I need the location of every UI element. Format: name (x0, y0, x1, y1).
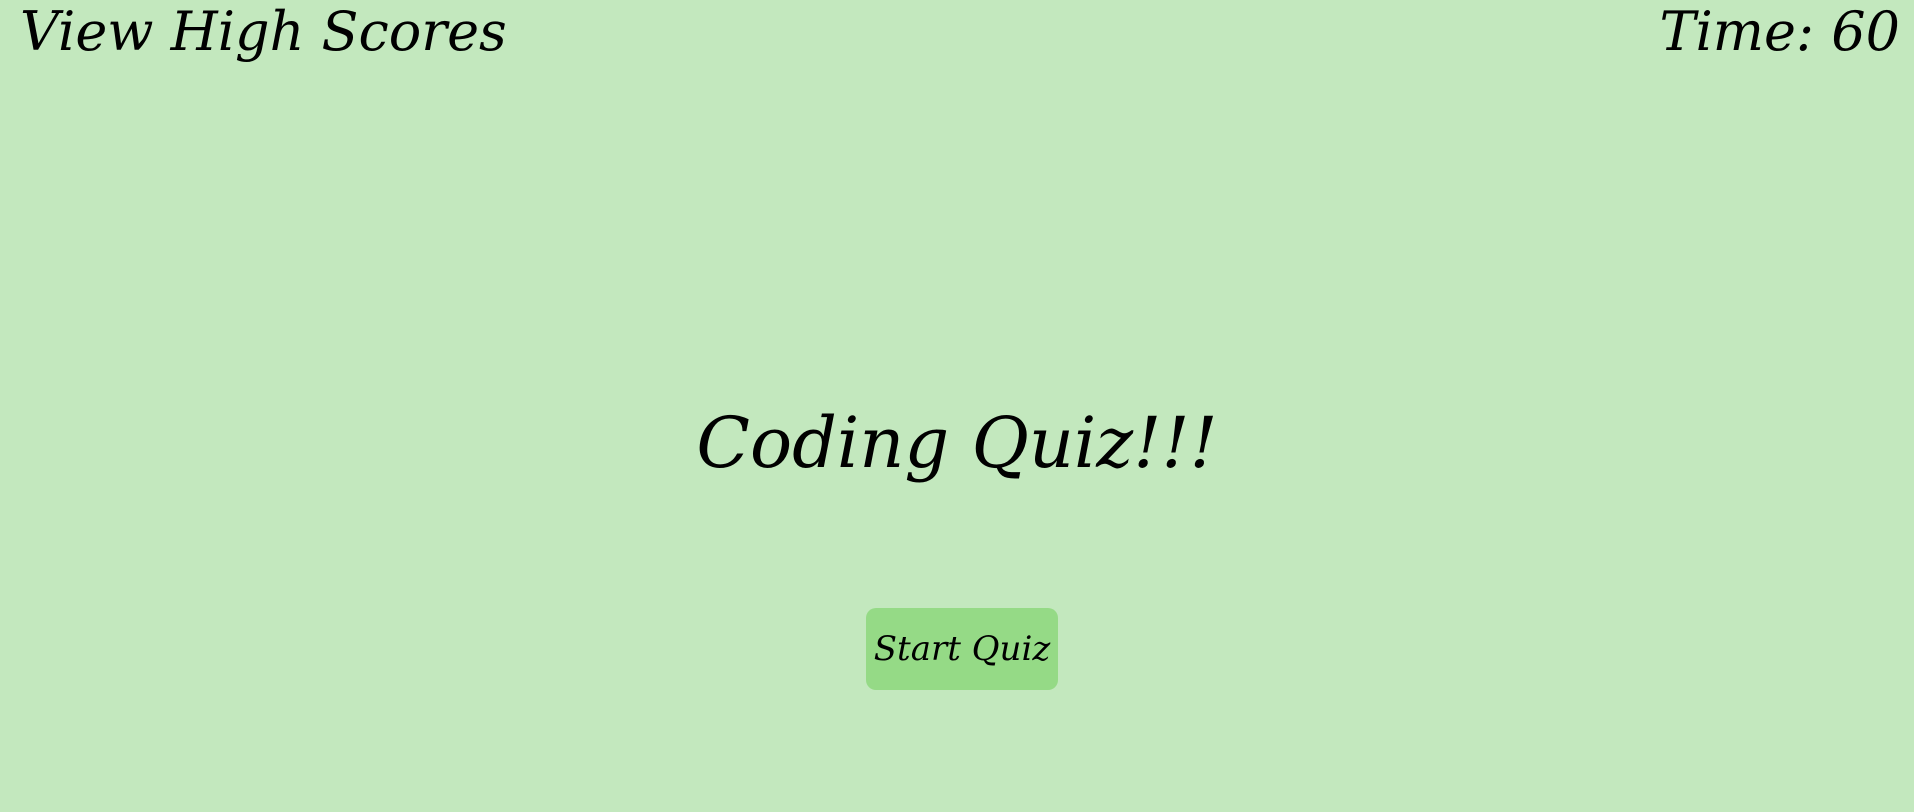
page-title: Coding Quiz!!! (696, 402, 1218, 484)
timer-display: Time: 60 (1659, 0, 1900, 63)
view-high-scores-link[interactable]: View High Scores (20, 0, 507, 64)
start-quiz-button[interactable]: Start Quiz (866, 608, 1058, 690)
